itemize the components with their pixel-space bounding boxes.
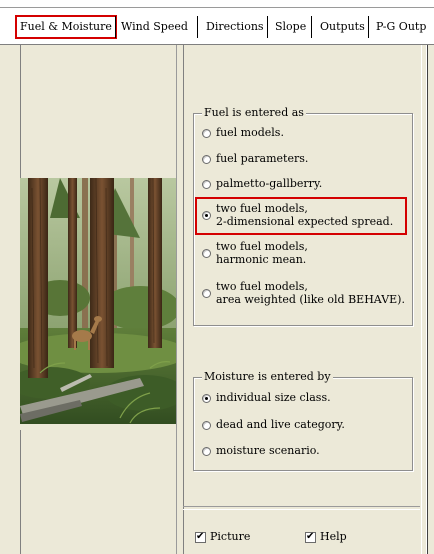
forest-picture — [20, 178, 176, 430]
tab-separator — [311, 16, 312, 38]
radio-label-line1: two fuel models, — [216, 202, 308, 215]
radio-button[interactable] — [202, 289, 211, 298]
tab-separator — [267, 16, 268, 38]
radio-button-selected[interactable] — [202, 394, 211, 403]
radio-label: fuel models. — [216, 126, 284, 139]
tab-slope[interactable]: Slope — [275, 17, 306, 37]
tab-bar: Fuel & Moisture Wind Speed Directions Sl… — [0, 0, 434, 45]
checkbox-help-box[interactable] — [305, 530, 316, 543]
fuel-group-legend: Fuel is entered as — [202, 106, 306, 119]
radio-label: individual size class. — [216, 391, 331, 404]
radio-button[interactable] — [202, 421, 211, 430]
bottom-separator — [183, 506, 420, 510]
radio-label: palmetto-gallberry. — [216, 177, 323, 190]
radio-label-line1: two fuel models, — [216, 240, 308, 253]
checkbox-help-label: Help — [320, 530, 347, 543]
fuel-entry-group: Fuel is entered as fuel models. fuel par… — [193, 106, 413, 326]
tab-separator — [115, 16, 116, 38]
moisture-group-legend: Moisture is entered by — [202, 370, 333, 383]
tab-pg-outputs[interactable]: P-G Outp — [376, 17, 426, 37]
tab-directions[interactable]: Directions — [206, 17, 264, 37]
radio-label: moisture scenario. — [216, 444, 320, 457]
radio-label-line2: 2-dimensional expected spread. — [216, 215, 394, 228]
radio-button-selected[interactable] — [202, 211, 211, 220]
radio-button[interactable] — [202, 447, 211, 456]
radio-label-line2: harmonic mean. — [216, 253, 307, 266]
tab-outputs[interactable]: Outputs — [320, 17, 365, 37]
radio-button[interactable] — [202, 180, 211, 189]
forest-deer-illustration-icon — [20, 178, 176, 430]
radio-label: dead and live category. — [216, 418, 345, 431]
radio-label: fuel parameters. — [216, 152, 309, 165]
tab-fuel-moisture[interactable]: Fuel & Moisture — [15, 15, 117, 39]
radio-button[interactable] — [202, 129, 211, 138]
panel-right-edge — [426, 45, 434, 554]
radio-label-line2: area weighted (like old BEHAVE). — [216, 293, 405, 306]
tab-wind-speed[interactable]: Wind Speed — [121, 17, 188, 37]
tab-separator — [197, 16, 198, 38]
radio-button[interactable] — [202, 249, 211, 258]
radio-button[interactable] — [202, 155, 211, 164]
checkbox-picture-box[interactable] — [195, 530, 206, 543]
tab-bar-top-line — [0, 7, 434, 8]
radio-label-line1: two fuel models, — [216, 280, 308, 293]
moisture-entry-group: Moisture is entered by individual size c… — [193, 370, 413, 471]
tab-separator — [368, 16, 369, 38]
checkbox-picture-label: Picture — [210, 530, 251, 543]
